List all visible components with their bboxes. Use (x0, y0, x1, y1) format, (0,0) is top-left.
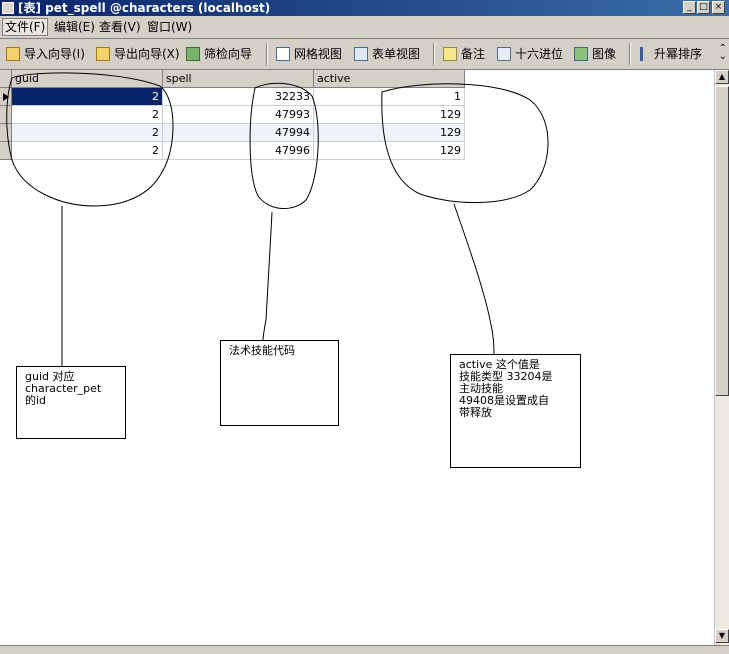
circle-spell-ink (249, 82, 319, 209)
annotation-active: active 这个值是 技能类型 33204是 主动技能 49408是设置成自 … (450, 354, 581, 468)
line-spell-ink (262, 211, 273, 343)
circle-active-ink (381, 83, 549, 204)
line-active-ink (453, 203, 495, 357)
annotation-guid: guid 对应 character_pet 的id (16, 366, 126, 439)
circle-guid-ink (6, 72, 174, 207)
annotation-ink (6, 72, 549, 370)
annotation-spell: 法术技能代码 (220, 340, 339, 426)
